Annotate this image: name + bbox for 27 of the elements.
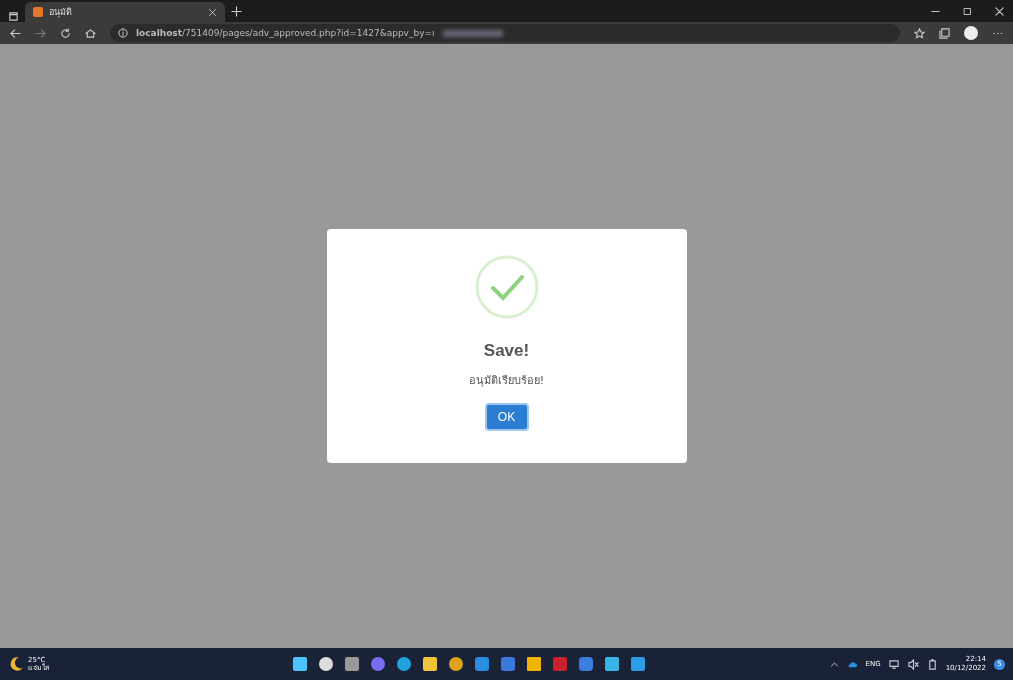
speaker-muted-icon[interactable]: [907, 658, 919, 670]
back-icon[interactable]: [10, 27, 21, 39]
ok-button[interactable]: OK: [484, 403, 529, 431]
collections-icon[interactable]: [939, 27, 950, 39]
url-text: localhost/751409/pages/adv_approved.php?id=1427&appv_by=ı: [136, 28, 435, 38]
chevron-up-icon[interactable]: [829, 659, 839, 669]
reload-icon[interactable]: [60, 27, 71, 39]
maximize-icon[interactable]: [963, 6, 972, 16]
forward-icon[interactable]: [35, 27, 46, 39]
battery-icon[interactable]: [926, 658, 938, 670]
site-icon: [33, 7, 43, 17]
dialog-message: อนุมัติเรียบร้อย!: [468, 373, 545, 389]
browser-tab[interactable]: อนุมัติ: [25, 2, 225, 22]
info-icon[interactable]: [118, 28, 128, 38]
address-field[interactable]: localhost/751409/pages/adv_approved.php?id=1427&appv_by=ı: [110, 24, 900, 42]
close-icon[interactable]: [994, 5, 1005, 17]
network-icon[interactable]: [888, 658, 900, 670]
moon-icon: [8, 656, 24, 672]
checkmark-icon: [474, 255, 539, 319]
close-icon[interactable]: [208, 7, 217, 17]
dialog-title: Save!: [483, 341, 530, 361]
favorites-icon[interactable]: [914, 27, 925, 39]
profile-avatar[interactable]: [964, 26, 978, 40]
new-tab-icon[interactable]: [231, 5, 242, 17]
blurred-region: [442, 29, 503, 37]
tab-list-icon[interactable]: [8, 11, 19, 22]
home-icon[interactable]: [85, 27, 96, 39]
